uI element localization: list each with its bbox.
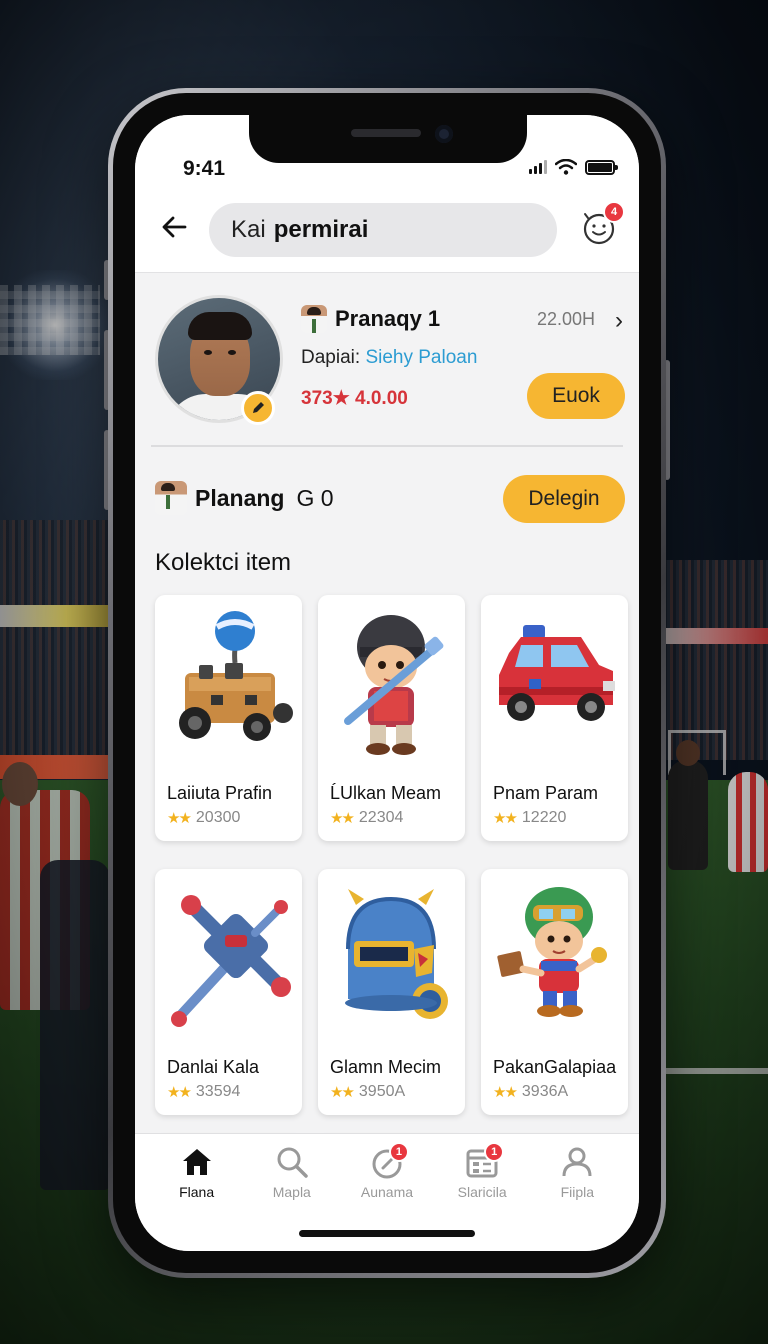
back-arrow-icon[interactable] bbox=[159, 211, 191, 243]
item-rating: ★★ 20300 bbox=[167, 809, 241, 827]
battery-icon bbox=[585, 159, 618, 175]
hammer-icon bbox=[171, 895, 291, 1027]
phone-frame: 9:41 Kai permirai 4 Pranaqy 1 22.00Н › D… bbox=[108, 88, 666, 1278]
app-header: Kai permirai 4 bbox=[135, 185, 639, 273]
team-subtitle: G 0 bbox=[296, 484, 334, 511]
item-title: Laiiuta Prafin bbox=[167, 783, 273, 803]
profile-dapai: Dapiai: Siehy Paloan bbox=[301, 347, 478, 368]
person-icon bbox=[562, 1147, 592, 1177]
home-indicator[interactable] bbox=[299, 1230, 475, 1237]
tab-badge: 1 bbox=[388, 1142, 409, 1162]
tab-search[interactable]: Mapla bbox=[252, 1144, 332, 1200]
star-icon: ★★ bbox=[167, 1084, 192, 1101]
item-card[interactable]: PakanGalapiaa ★★ 3936A bbox=[481, 869, 628, 1115]
item-rating: ★★ 12220 bbox=[493, 809, 567, 827]
front-camera bbox=[435, 125, 453, 143]
notification-button[interactable]: 4 bbox=[579, 201, 625, 249]
team-title: Planang bbox=[195, 484, 285, 511]
item-title: Danlai Kala bbox=[167, 1057, 260, 1077]
item-rating: ★★ 3936A bbox=[493, 1083, 569, 1101]
team-avatar bbox=[155, 481, 187, 515]
divider bbox=[151, 445, 623, 447]
profile-card: Pranaqy 1 22.00Н › Dapiai: Siehy Paloan … bbox=[135, 295, 639, 455]
search-input[interactable]: Kai permirai bbox=[209, 203, 557, 257]
tab-label: Mapla bbox=[272, 1184, 311, 1200]
knight-helmet-icon bbox=[345, 889, 448, 1019]
star-icon: ★★ bbox=[167, 810, 192, 827]
pencil-icon bbox=[253, 402, 264, 413]
item-rating: ★★ 3950A bbox=[330, 1083, 406, 1101]
star-icon: ★★ bbox=[330, 810, 355, 827]
dapai-link[interactable]: Siehy Paloan bbox=[365, 347, 477, 368]
item-title: Pnam Param bbox=[493, 783, 599, 803]
search-query-light: Kai bbox=[231, 216, 266, 243]
helmet-warrior-icon bbox=[344, 615, 444, 755]
item-card[interactable]: Glamn Mecim ★★ 3950A bbox=[318, 869, 465, 1115]
item-card[interactable]: Laiiuta Prafin ★★ 20300 bbox=[155, 595, 302, 841]
notch bbox=[249, 115, 527, 163]
item-title: ĹUlkan Meam bbox=[330, 783, 442, 803]
profile-stats: 373★ 4.0.00 bbox=[301, 388, 408, 409]
item-rating: ★★ 22304 bbox=[330, 809, 404, 827]
profile-name: Pranaqy 1 bbox=[335, 306, 441, 331]
phone-screen: 9:41 Kai permirai 4 Pranaqy 1 22.00Н › D… bbox=[135, 115, 639, 1251]
item-title: Glamn Mecim bbox=[330, 1057, 442, 1077]
bottom-tab-bar: Flana Mapla 1 Aunama 1 Slaricila Fiipla bbox=[135, 1133, 639, 1251]
team-row: Planang G 0 Delegin bbox=[135, 465, 639, 529]
tab-badge: 1 bbox=[484, 1142, 505, 1162]
item-card[interactable]: ĹUlkan Meam ★★ 22304 bbox=[318, 595, 465, 841]
tab-label: Flana bbox=[179, 1184, 215, 1200]
tab-label: Fiipla bbox=[560, 1184, 595, 1200]
tab-label: Aunama bbox=[360, 1184, 414, 1200]
status-time: 9:41 bbox=[183, 157, 226, 180]
profile-amount: 22.00Н bbox=[536, 309, 595, 329]
tab-home[interactable]: Flana bbox=[157, 1144, 237, 1200]
player-mini-avatar bbox=[301, 305, 327, 333]
search-query-bold: permirai bbox=[273, 216, 369, 243]
edit-avatar-button[interactable] bbox=[241, 391, 275, 425]
item-title: PakanGalapiaa bbox=[493, 1057, 617, 1077]
notification-badge: 4 bbox=[603, 201, 625, 223]
delegin-button[interactable]: Delegin bbox=[503, 475, 625, 523]
star-icon: ★★ bbox=[330, 1084, 355, 1101]
red-car-icon bbox=[499, 625, 615, 721]
search-icon bbox=[277, 1147, 308, 1178]
status-bar: 9:41 bbox=[135, 115, 639, 185]
item-rating: ★★ 33594 bbox=[167, 1083, 241, 1101]
item-card[interactable]: Danlai Kala ★★ 33594 bbox=[155, 869, 302, 1115]
item-grid: Laiiuta Prafin ★★ 20300 ĹUlkan Meam ★★ 2… bbox=[155, 595, 628, 1115]
section-title: Kolektci item bbox=[155, 549, 292, 576]
speaker bbox=[351, 129, 421, 137]
item-card[interactable]: Pnam Param ★★ 12220 bbox=[481, 595, 628, 841]
euok-button[interactable]: Euok bbox=[527, 373, 625, 419]
robot-cart-icon bbox=[179, 611, 293, 741]
star-icon: ★★ bbox=[493, 810, 518, 827]
tab-calendar[interactable]: 1 Slaricila bbox=[442, 1142, 522, 1200]
chevron-right-icon[interactable]: › bbox=[615, 307, 623, 335]
signal-icon bbox=[529, 160, 547, 174]
wifi-icon bbox=[555, 159, 577, 175]
tab-explore[interactable]: 1 Aunama bbox=[347, 1142, 427, 1200]
tab-label: Slaricila bbox=[457, 1184, 507, 1200]
green-helmet-kid-icon bbox=[497, 887, 607, 1017]
star-icon: ★★ bbox=[493, 1084, 518, 1101]
home-icon bbox=[182, 1149, 211, 1175]
tab-profile[interactable]: Fiipla bbox=[537, 1144, 617, 1200]
